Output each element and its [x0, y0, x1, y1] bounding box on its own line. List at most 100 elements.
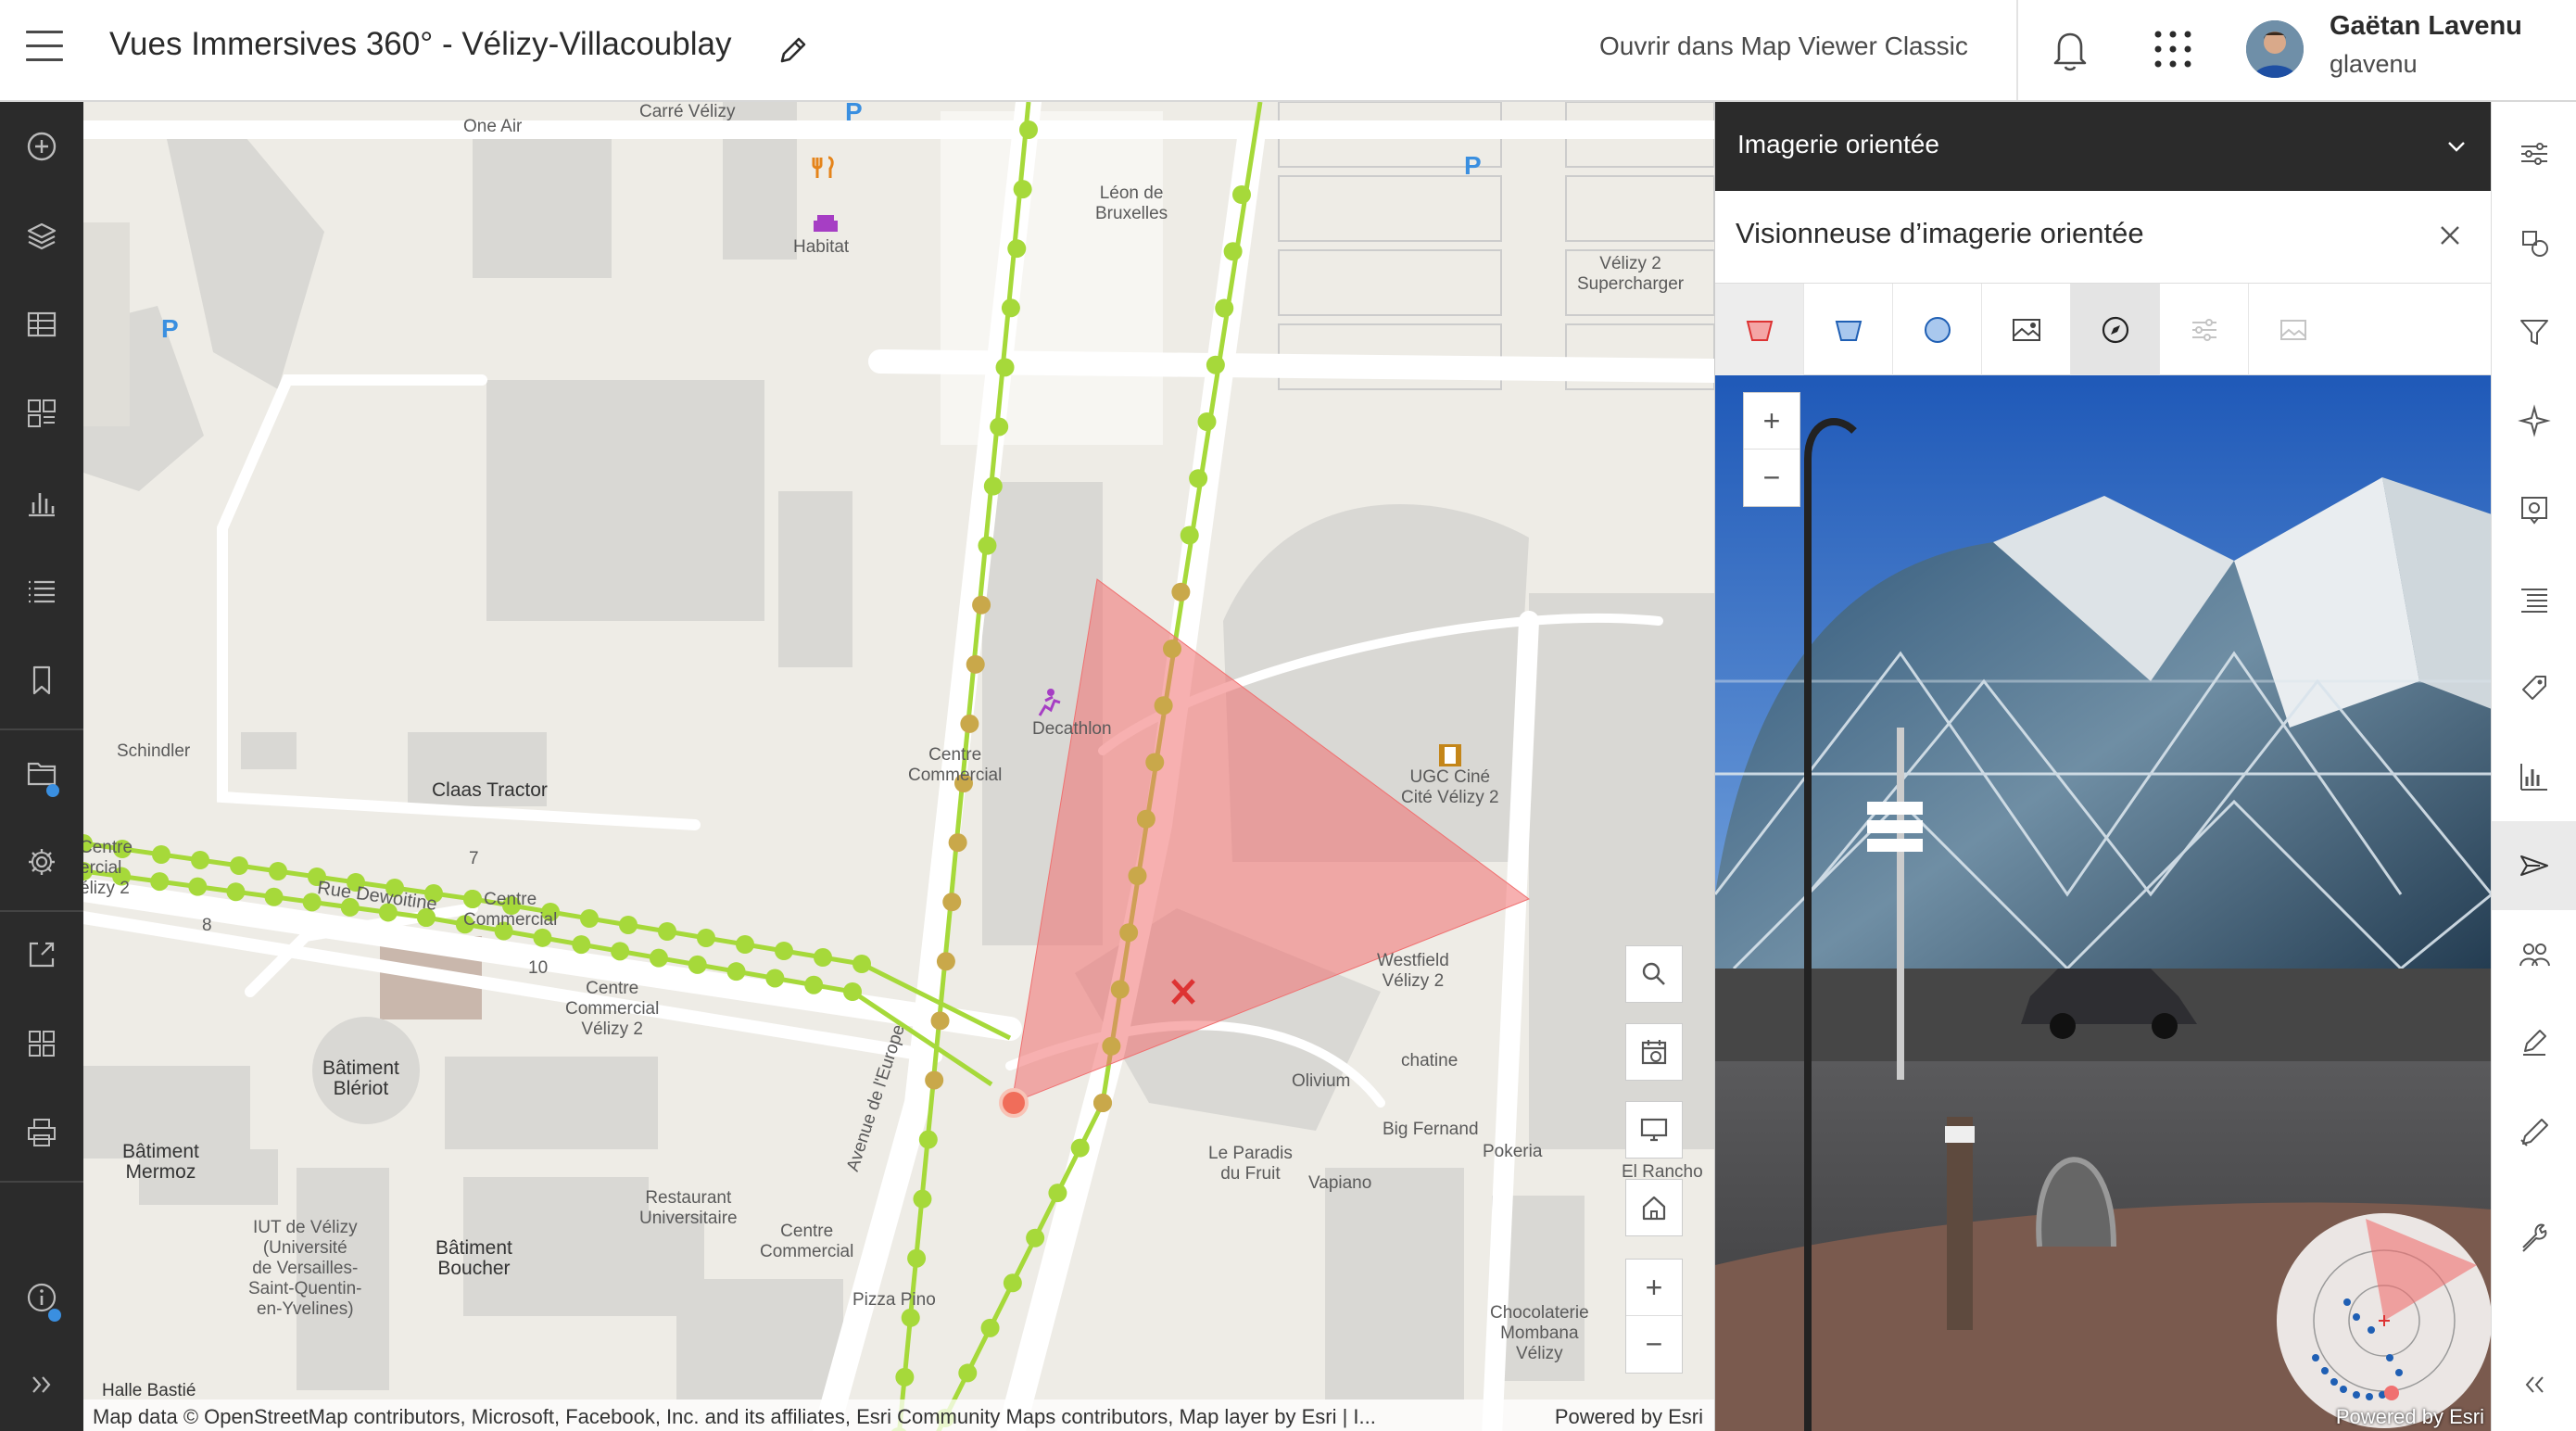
powered-by-esri[interactable]: Powered by Esri: [1555, 1405, 1703, 1429]
transit-stop: [980, 1318, 1000, 1337]
navigator-tool[interactable]: [2071, 284, 2160, 376]
about-button[interactable]: [0, 1260, 83, 1335]
map-view[interactable]: Carré Vélizy One Air Habitat Léon de Bru…: [83, 102, 1714, 1431]
legend-icon: [28, 399, 56, 427]
transit-stop: [960, 714, 979, 733]
map-label: Halle Bastié: [102, 1381, 196, 1400]
camera-footprint-tool[interactable]: [1715, 284, 1804, 376]
bookmarks-button[interactable]: [0, 643, 83, 717]
transit-stop: [972, 595, 991, 614]
labels-button[interactable]: [2492, 643, 2576, 732]
transit-stop: [688, 955, 707, 974]
map-label: Carré Vélizy: [639, 102, 736, 121]
transit-stop: [1001, 298, 1020, 318]
map-label: Centre Commercial: [463, 890, 558, 930]
measure-button[interactable]: [2492, 1088, 2576, 1177]
sport-icon: [1038, 689, 1061, 716]
expand-toolbar-button[interactable]: [0, 1348, 83, 1422]
parking-label: P: [845, 102, 863, 126]
layers-icon: [27, 222, 57, 250]
image-zoom-in-button[interactable]: +: [1744, 393, 1799, 450]
coverage-tool[interactable]: [1893, 284, 1982, 376]
bell-icon[interactable]: [2048, 26, 2092, 74]
image-export-tool[interactable]: [2249, 284, 2338, 376]
app-launcher-icon[interactable]: [2152, 28, 2194, 70]
transit-stop: [150, 872, 170, 892]
transit-stop: [925, 1070, 944, 1090]
popups-button[interactable]: [2492, 465, 2576, 554]
oriented-image-view[interactable]: + − Powered by Esri: [1715, 375, 2492, 1431]
styles-button[interactable]: [2492, 198, 2576, 287]
map-label: IUT de Vélizy (Université de Versailles-…: [248, 1218, 362, 1319]
map-attribution: Map data © OpenStreetMap contributors, M…: [83, 1399, 1714, 1431]
street-photo: [1715, 375, 2492, 1431]
image-gallery-tool[interactable]: [1982, 284, 2071, 376]
list-button[interactable]: [0, 554, 83, 628]
transit-stop: [1110, 980, 1130, 999]
print-button[interactable]: [0, 1095, 83, 1170]
transit-stop: [907, 1248, 927, 1268]
user-avatar[interactable]: [2246, 20, 2304, 78]
map-zoom-out-button[interactable]: −: [1626, 1316, 1682, 1373]
add-layer-button[interactable]: [0, 109, 83, 184]
image-footprint-tool[interactable]: [1804, 284, 1893, 376]
compass-icon: [2102, 316, 2128, 344]
tables-button[interactable]: [0, 287, 83, 361]
analysis-button[interactable]: [2492, 732, 2576, 821]
transit-stop: [978, 536, 997, 555]
share-button[interactable]: [0, 918, 83, 992]
transit-stop: [1102, 1036, 1121, 1056]
charts-button[interactable]: [0, 465, 83, 539]
edit-button[interactable]: [2492, 999, 2576, 1088]
time-slider-button[interactable]: [1625, 1023, 1683, 1081]
fields-button[interactable]: [2492, 554, 2576, 643]
panel-dropdown-title: Imagerie orientée: [1737, 130, 1939, 158]
tools-button[interactable]: [2492, 1192, 2576, 1281]
transit-stop: [936, 952, 955, 971]
map-properties-button[interactable]: [0, 736, 83, 810]
fullscreen-button[interactable]: [1625, 1101, 1683, 1159]
powered-by-esri[interactable]: Powered by Esri: [2336, 1405, 2484, 1429]
transit-stop: [1215, 298, 1234, 318]
create-app-button[interactable]: [0, 1007, 83, 1081]
transit-stop: [1128, 867, 1147, 885]
panel-dropdown-header[interactable]: Imagerie orientée: [1715, 102, 2492, 191]
filter-icon: [2520, 320, 2548, 345]
sketch-button[interactable]: [2492, 910, 2576, 999]
image-enhancement-tool[interactable]: [2160, 284, 2249, 376]
open-classic-link[interactable]: Ouvrir dans Map Viewer Classic: [1599, 32, 1968, 61]
transit-stop: [1180, 526, 1199, 545]
map-label: UGC Ciné Cité Vélizy 2: [1401, 767, 1499, 807]
transit-stop: [1223, 242, 1243, 261]
transit-stop: [765, 969, 785, 988]
edit-title-icon[interactable]: [775, 32, 812, 69]
filter-button[interactable]: [2492, 287, 2576, 376]
map-label: 10: [528, 958, 549, 978]
layers-button[interactable]: [0, 198, 83, 272]
menu-icon[interactable]: [26, 31, 63, 64]
legend-button[interactable]: [0, 376, 83, 450]
settings-button[interactable]: [0, 825, 83, 899]
chevron-down-icon[interactable]: [2442, 132, 2471, 161]
transit-stop: [1007, 239, 1027, 259]
map-label: Olivium: [1292, 1071, 1351, 1091]
map-label: Vélizy 2 Supercharger: [1577, 254, 1685, 294]
oriented-imagery-button[interactable]: [2492, 821, 2576, 910]
close-icon[interactable]: [2437, 222, 2463, 248]
effects-button[interactable]: [2492, 376, 2576, 465]
user-name[interactable]: Gaëtan Lavenu: [2330, 11, 2522, 42]
map-zoom-control: + −: [1625, 1259, 1683, 1374]
oriented-imagery-panel: Imagerie orientée Visionneuse d’imagerie…: [1714, 102, 2492, 1431]
map-title: Vues Immersives 360° - Vélizy-Villacoubl…: [109, 26, 732, 62]
map-label: Bâtiment Boucher: [436, 1237, 512, 1279]
properties-button[interactable]: [2492, 109, 2576, 198]
pencil-ruler-icon: [2520, 1119, 2548, 1146]
double-chevron-left-icon: [2525, 1376, 2544, 1393]
collapse-toolbar-button[interactable]: [2492, 1340, 2576, 1429]
home-button[interactable]: [1625, 1179, 1683, 1236]
map-search-button[interactable]: [1625, 945, 1683, 1003]
image-zoom-out-button[interactable]: −: [1744, 450, 1799, 506]
map-label: Centre Commercial: [760, 1222, 854, 1261]
map-zoom-in-button[interactable]: +: [1626, 1260, 1682, 1316]
map-label: Schindler: [117, 741, 191, 761]
